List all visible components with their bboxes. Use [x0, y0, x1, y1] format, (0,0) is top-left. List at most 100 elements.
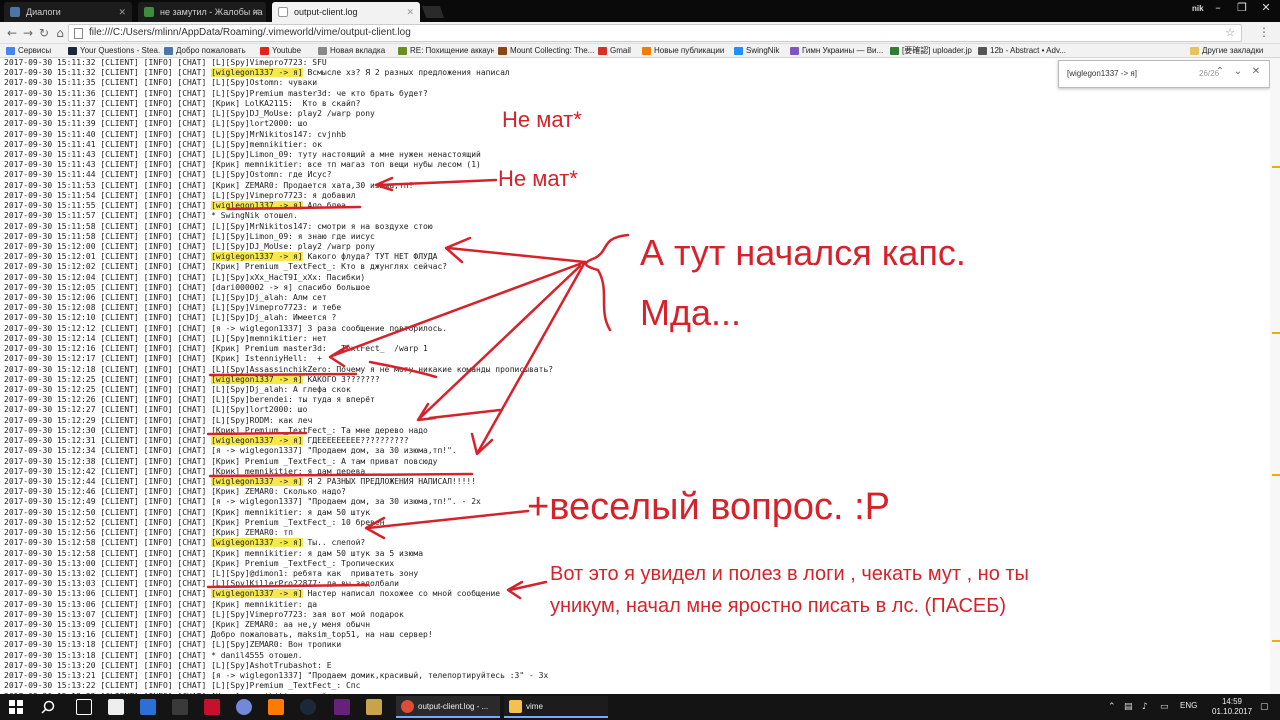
log-timestamp: 2017-09-30 15:11:40 — [4, 129, 96, 139]
volume-icon[interactable]: ♪ — [1142, 702, 1148, 712]
log-timestamp: 2017-09-30 15:13:16 — [4, 630, 96, 640]
bookmark-item[interactable]: Гимн Украины — Ви... — [790, 45, 886, 57]
bookmark-item[interactable]: [要確認] uploader.jp — [890, 45, 974, 57]
tab-complaints[interactable]: не замутил - Жалобы на ... ✕ — [138, 2, 266, 22]
profile-name[interactable]: nik — [1192, 4, 1204, 13]
clock-date[interactable]: 01.10.2017 — [1212, 707, 1252, 716]
find-input[interactable]: [wiglegon1337 -> я] — [1067, 69, 1137, 78]
find-next-icon[interactable]: ⌄ — [1231, 66, 1245, 77]
taskbar-folder-vime[interactable]: vime — [504, 696, 608, 718]
bookmark-item[interactable]: Сервисы — [6, 45, 64, 57]
bookmark-item[interactable]: SwingNik — [734, 45, 786, 57]
log-message: [CLIENT] [INFO] [CHAT] [L][Spy]memnikiti… — [95, 333, 327, 343]
log-timestamp: 2017-09-30 15:12:12 — [4, 323, 96, 333]
log-timestamp: 2017-09-30 15:13:03 — [4, 579, 96, 589]
bookmark-item[interactable]: Добро пожаловать — [164, 45, 256, 57]
address-bar[interactable]: file:///C:/Users/mlinn/AppData/Roaming/.… — [68, 24, 1242, 42]
back-icon[interactable]: ← — [4, 25, 20, 41]
log-message: [CLIENT] [INFO] [CHAT] [L][Spy]Vimepro77… — [95, 58, 327, 67]
taskbar-chrome-output-log[interactable]: output-client.log - ... — [396, 696, 500, 718]
chrome-menu-icon[interactable]: ⋮ — [1258, 25, 1270, 39]
find-previous-icon[interactable]: ⌃ — [1213, 66, 1227, 77]
tray-overflow-icon[interactable]: ⌃ — [1108, 702, 1116, 712]
flash-icon[interactable] — [204, 699, 220, 715]
bookmark-star-icon[interactable]: ☆ — [1225, 26, 1235, 39]
log-line: 2017-09-30 15:11:41 [CLIENT] [INFO] [CHA… — [4, 140, 1204, 150]
browser-tab-strip: Диалоги ✕ не замутил - Жалобы на ... ✕ o… — [0, 0, 1280, 22]
tab-output-client-log[interactable]: output-client.log ✕ — [272, 2, 420, 22]
log-line: 2017-09-30 15:13:20 [CLIENT] [INFO] [CHA… — [4, 661, 1204, 671]
bookmark-item[interactable]: Новые публикации — [642, 45, 730, 57]
forward-icon[interactable]: → — [20, 25, 36, 41]
log-line: 2017-09-30 15:12:06 [CLIENT] [INFO] [CHA… — [4, 293, 1204, 303]
log-timestamp: 2017-09-30 15:12:14 — [4, 333, 96, 343]
bookmark-item[interactable]: Gmail — [598, 45, 638, 57]
log-timestamp: 2017-09-30 15:12:34 — [4, 446, 96, 456]
log-line: 2017-09-30 15:11:37 [CLIENT] [INFO] [CHA… — [4, 109, 1204, 119]
visual-studio-icon[interactable] — [334, 699, 350, 715]
log-message: [CLIENT] [INFO] [CHAT] [L][Spy]ZEMAR0: В… — [95, 640, 342, 650]
bookmark-item[interactable]: Your Questions - Stea... — [68, 45, 160, 57]
find-match-highlight: [wiglegon1337 -> я] — [211, 252, 303, 262]
close-icon[interactable]: ✕ — [406, 2, 414, 22]
bookmark-item[interactable]: Mount Collecting: The... — [498, 45, 594, 57]
bookmark-favicon-icon — [498, 47, 507, 55]
log-prefix: [CLIENT] [INFO] [CHAT] — [95, 436, 212, 446]
bookmark-favicon-icon — [164, 47, 173, 55]
log-line: 2017-09-30 15:12:27 [CLIENT] [INFO] [CHA… — [4, 405, 1204, 415]
app-icon[interactable] — [268, 699, 284, 715]
other-bookmarks[interactable]: Другие закладки — [1190, 45, 1276, 57]
log-timestamp: 2017-09-30 15:12:26 — [4, 395, 96, 405]
log-message: [CLIENT] [INFO] [CHAT] Добро пожаловать,… — [95, 630, 433, 640]
log-line: 2017-09-30 15:13:16 [CLIENT] [INFO] [CHA… — [4, 630, 1204, 640]
notifications-icon[interactable]: ▢ — [1260, 702, 1269, 712]
search-icon[interactable] — [40, 699, 56, 715]
folder-icon[interactable] — [172, 699, 188, 715]
log-timestamp: 2017-09-30 15:12:30 — [4, 425, 96, 435]
log-line: 2017-09-30 15:12:12 [CLIENT] [INFO] [CHA… — [4, 324, 1204, 334]
log-message: [CLIENT] [INFO] [CHAT] * danil4555 отоше… — [95, 650, 303, 660]
network-icon[interactable]: ▤ — [1124, 702, 1133, 712]
log-line: 2017-09-30 15:12:10 [CLIENT] [INFO] [CHA… — [4, 313, 1204, 323]
log-line: 2017-09-30 15:11:58 [CLIENT] [INFO] [CHA… — [4, 222, 1204, 232]
windows-start-icon[interactable] — [8, 699, 24, 715]
close-icon[interactable]: ✕ — [252, 2, 260, 22]
bookmark-label: RE: Похищение аккаунт... — [410, 46, 494, 55]
log-line: 2017-09-30 15:11:32 [CLIENT] [INFO] [CHA… — [4, 68, 1204, 78]
log-message: [CLIENT] [INFO] [CHAT] [Крик] ZEMAR0: аа… — [95, 620, 371, 630]
log-line: 2017-09-30 15:11:36 [CLIENT] [INFO] [CHA… — [4, 89, 1204, 99]
bookmark-item[interactable]: Youtube — [260, 45, 314, 57]
log-message: [CLIENT] [INFO] [CHAT] [L][Spy]DJ_MoUse:… — [95, 109, 375, 119]
url-text[interactable]: file:///C:/Users/mlinn/AppData/Roaming/.… — [89, 27, 411, 38]
maximize-icon[interactable]: ❐ — [1232, 1, 1252, 14]
calculator-icon[interactable] — [108, 699, 124, 715]
steam-icon[interactable] — [300, 699, 316, 715]
battery-icon[interactable]: ▭ — [1160, 702, 1169, 712]
discord-icon[interactable] — [236, 699, 252, 715]
bookmark-item[interactable]: 12b - Abstract • Adv... — [978, 45, 1074, 57]
minimize-icon[interactable]: – — [1208, 1, 1228, 14]
log-timestamp: 2017-09-30 15:11:43 — [4, 149, 96, 159]
app-icon[interactable] — [140, 699, 156, 715]
clock-time[interactable]: 14:59 — [1212, 697, 1252, 706]
bookmark-item[interactable]: RE: Похищение аккаунт... — [398, 45, 494, 57]
close-icon[interactable]: ✕ — [118, 2, 126, 22]
log-line: 2017-09-30 15:13:18 [CLIENT] [INFO] [CHA… — [4, 651, 1204, 661]
home-icon[interactable]: ⌂ — [52, 25, 68, 41]
reload-icon[interactable]: ↻ — [36, 25, 52, 41]
log-message: [CLIENT] [INFO] [CHAT] [я -> wiglegon133… — [95, 446, 457, 456]
app-icon[interactable] — [366, 699, 382, 715]
log-message: [CLIENT] [INFO] [CHAT] [L][Spy]Vimepro77… — [95, 609, 404, 619]
close-window-icon[interactable]: ✕ — [1256, 1, 1276, 14]
input-language[interactable]: ENG — [1180, 701, 1197, 710]
log-line: 2017-09-30 15:11:40 [CLIENT] [INFO] [CHA… — [4, 130, 1204, 140]
page-scrollbar[interactable] — [1270, 58, 1280, 694]
bookmark-item[interactable]: Новая вкладка — [318, 45, 394, 57]
log-message: Ты.. слепой? — [302, 538, 366, 548]
find-match-highlight: [wiglegon1337 -> я] — [211, 436, 303, 446]
new-tab-button[interactable] — [421, 6, 445, 18]
find-close-icon[interactable]: ✕ — [1249, 66, 1263, 77]
log-message: [CLIENT] [INFO] [CHAT] [L][Spy]@dimon1: … — [95, 568, 419, 578]
tab-dialogs[interactable]: Диалоги ✕ — [4, 2, 132, 22]
task-view-icon[interactable] — [76, 699, 92, 715]
